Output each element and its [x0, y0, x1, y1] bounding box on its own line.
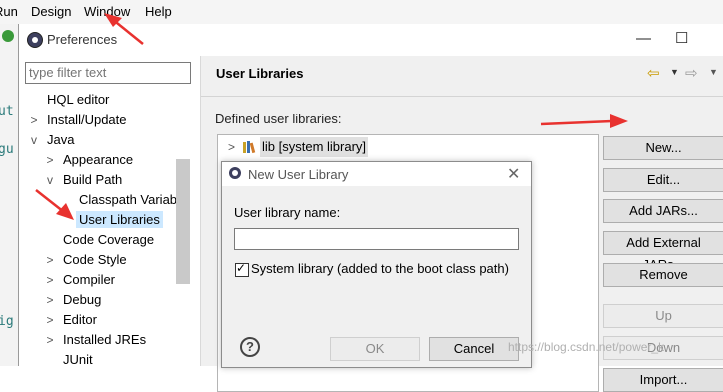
annotation-arrows [35, 13, 628, 220]
watermark: https://blog.csdn.net/power_k [508, 340, 665, 354]
arrow-to-user-libraries [35, 189, 65, 213]
import-button[interactable]: Import... [603, 368, 723, 392]
arrow-to-new-button [540, 119, 613, 126]
